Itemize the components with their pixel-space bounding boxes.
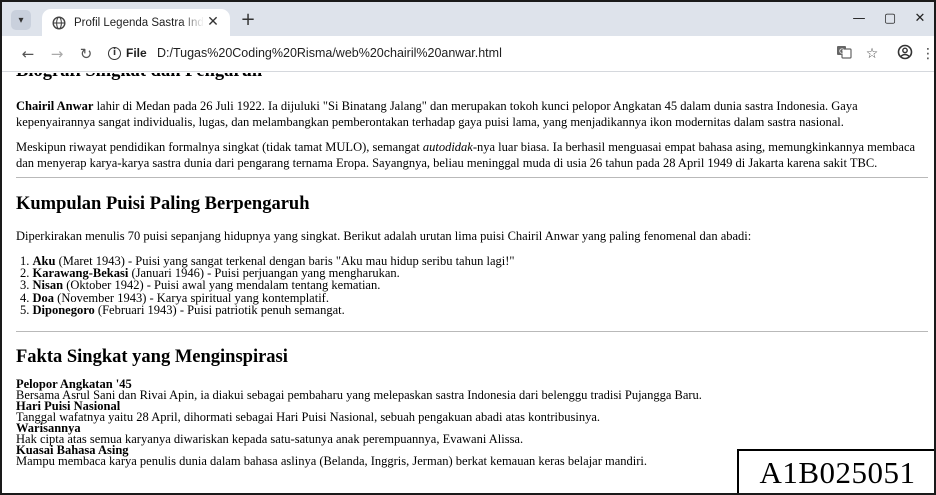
poem-list: 1. Aku (Maret 1943) - Puisi yang sangat … [20, 255, 515, 316]
new-tab-button[interactable]: + [238, 10, 258, 30]
scheme-label: File [126, 46, 147, 60]
maximize-button[interactable]: ▢ [878, 9, 902, 29]
fact-desc: Hak cipta atas semua karyanya diwariskan… [16, 431, 524, 446]
section-heading-fakta: Fakta Singkat yang Menginspirasi [16, 347, 288, 367]
site-info-button[interactable]: i File [108, 46, 147, 60]
bio-paragraph-2: Meskipun riwayat pendidikan formalnya si… [16, 140, 926, 171]
bio-emphasis: autodidak [422, 140, 473, 154]
chevron-down-icon: ▾ [18, 14, 24, 26]
browser-toolbar: ← → ↻ i File D:/Tugas%20Coding%20Risma/w… [2, 36, 934, 72]
browser-tab-active[interactable]: Profil Legenda Sastra Indonesia ✕ [42, 9, 230, 36]
address-bar[interactable]: D:/Tugas%20Coding%20Risma/web%20chairil%… [157, 46, 502, 60]
poem-desc: (Februari 1943) - Puisi patriotik penuh … [94, 302, 345, 317]
browser-window: ▾ Profil Legenda Sastra Indonesia ✕ + — … [0, 0, 936, 495]
poem-number: 5. [20, 302, 30, 317]
profile-icon[interactable] [895, 44, 915, 64]
page-content: Biografi Singkat dan Pengaruh Chairil An… [2, 73, 934, 493]
back-button[interactable]: ← [18, 44, 38, 64]
bio-paragraph-1: Chairil Anwar lahir di Medan pada 26 Jul… [16, 99, 926, 130]
svg-text:G: G [839, 48, 844, 56]
section-divider [16, 177, 928, 178]
fact-desc: Bersama Asrul Sani dan Rivai Apin, ia di… [16, 387, 702, 402]
menu-kebab-icon[interactable]: ⋮ [918, 44, 934, 64]
translate-icon[interactable]: G [834, 44, 854, 64]
student-id-box: A1B025051 [737, 449, 934, 493]
forward-button[interactable]: → [47, 44, 67, 64]
bio-name: Chairil Anwar [16, 99, 94, 113]
close-icon[interactable]: ✕ [205, 14, 221, 30]
section-divider [16, 331, 928, 332]
student-id: A1B025051 [759, 455, 916, 490]
section-heading-puisi: Kumpulan Puisi Paling Berpengaruh [16, 194, 310, 214]
bookmark-star-icon[interactable]: ☆ [862, 44, 882, 64]
poems-intro: Diperkirakan menulis 70 puisi sepanjang … [16, 229, 752, 243]
bio-text-2a: Meskipun riwayat pendidikan formalnya si… [16, 140, 423, 154]
info-icon: i [108, 46, 121, 60]
globe-icon [52, 15, 66, 30]
tab-search-button[interactable]: ▾ [11, 10, 31, 30]
section-heading-biografi: Biografi Singkat dan Pengaruh [16, 73, 262, 82]
minimize-button[interactable]: — [847, 9, 871, 29]
poem-title: Diponegoro [32, 302, 95, 317]
fact-desc: Tanggal wafatnya yaitu 28 April, dihorma… [16, 409, 601, 424]
reload-button[interactable]: ↻ [76, 44, 96, 64]
tab-strip: ▾ Profil Legenda Sastra Indonesia ✕ + — … [2, 2, 934, 36]
tab-title: Profil Legenda Sastra Indonesia [74, 16, 204, 29]
bio-text-1: lahir di Medan pada 26 Juli 1922. Ia dij… [16, 99, 858, 129]
poem-item: 5. Diponegoro (Februari 1943) - Puisi pa… [20, 302, 515, 317]
close-window-button[interactable]: ✕ [908, 9, 932, 29]
